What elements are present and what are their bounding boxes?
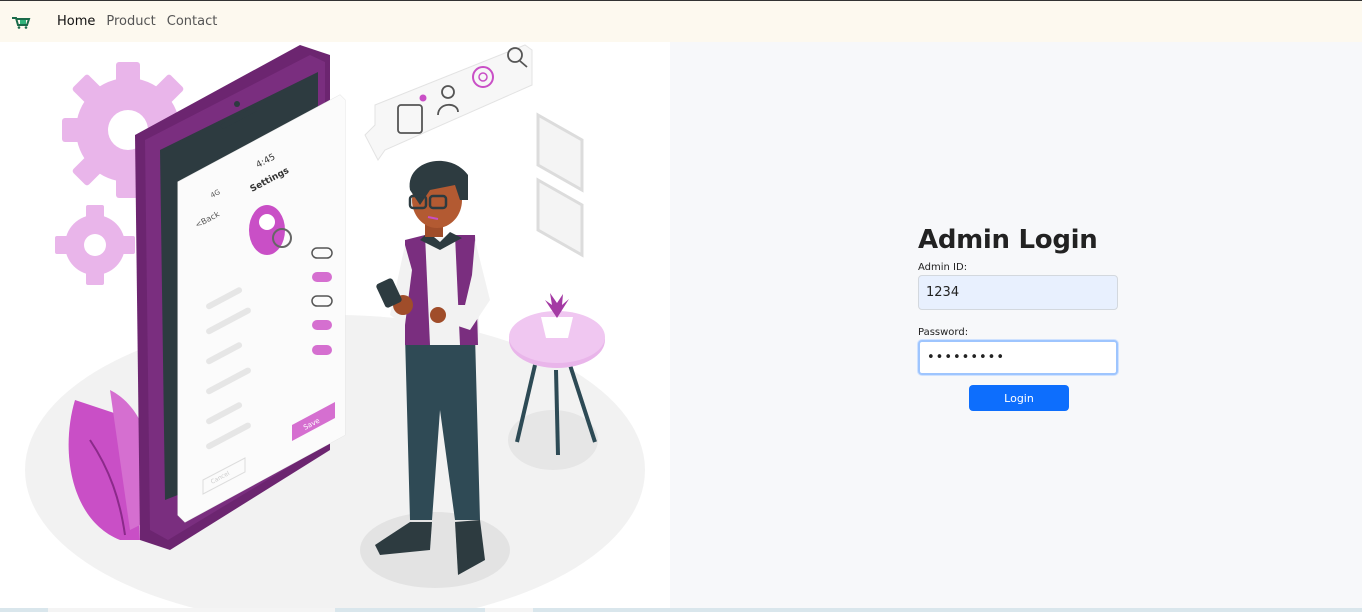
admin-id-input[interactable]	[918, 275, 1118, 310]
brand-logo[interactable]	[10, 12, 32, 32]
strip-segment	[485, 608, 533, 612]
nav-link-contact[interactable]: Contact	[167, 14, 218, 29]
login-button[interactable]: Login	[969, 385, 1069, 411]
password-label: Password:	[918, 327, 969, 338]
gear-icon	[55, 205, 135, 285]
password-input[interactable]	[918, 340, 1118, 375]
bottom-scroll-strip	[0, 608, 1362, 612]
admin-login-form: Admin Login Admin ID: Password: Login	[918, 222, 1120, 411]
hero-illustration-panel: 4:45 Settings <Back 4G Save Cancel	[0, 42, 670, 608]
top-navbar: Home Product Contact	[0, 0, 1362, 42]
login-title: Admin Login	[918, 225, 1098, 255]
strip-segment	[48, 608, 335, 612]
mobile-settings-illustration: 4:45 Settings <Back 4G Save Cancel	[25, 44, 645, 608]
picture-frame	[536, 112, 584, 258]
admin-id-label: Admin ID:	[918, 262, 968, 273]
notification-bubble	[364, 44, 533, 161]
nav-link-home[interactable]: Home	[57, 14, 95, 29]
cart-logo-icon	[12, 16, 31, 29]
nav-link-product[interactable]: Product	[106, 14, 155, 29]
